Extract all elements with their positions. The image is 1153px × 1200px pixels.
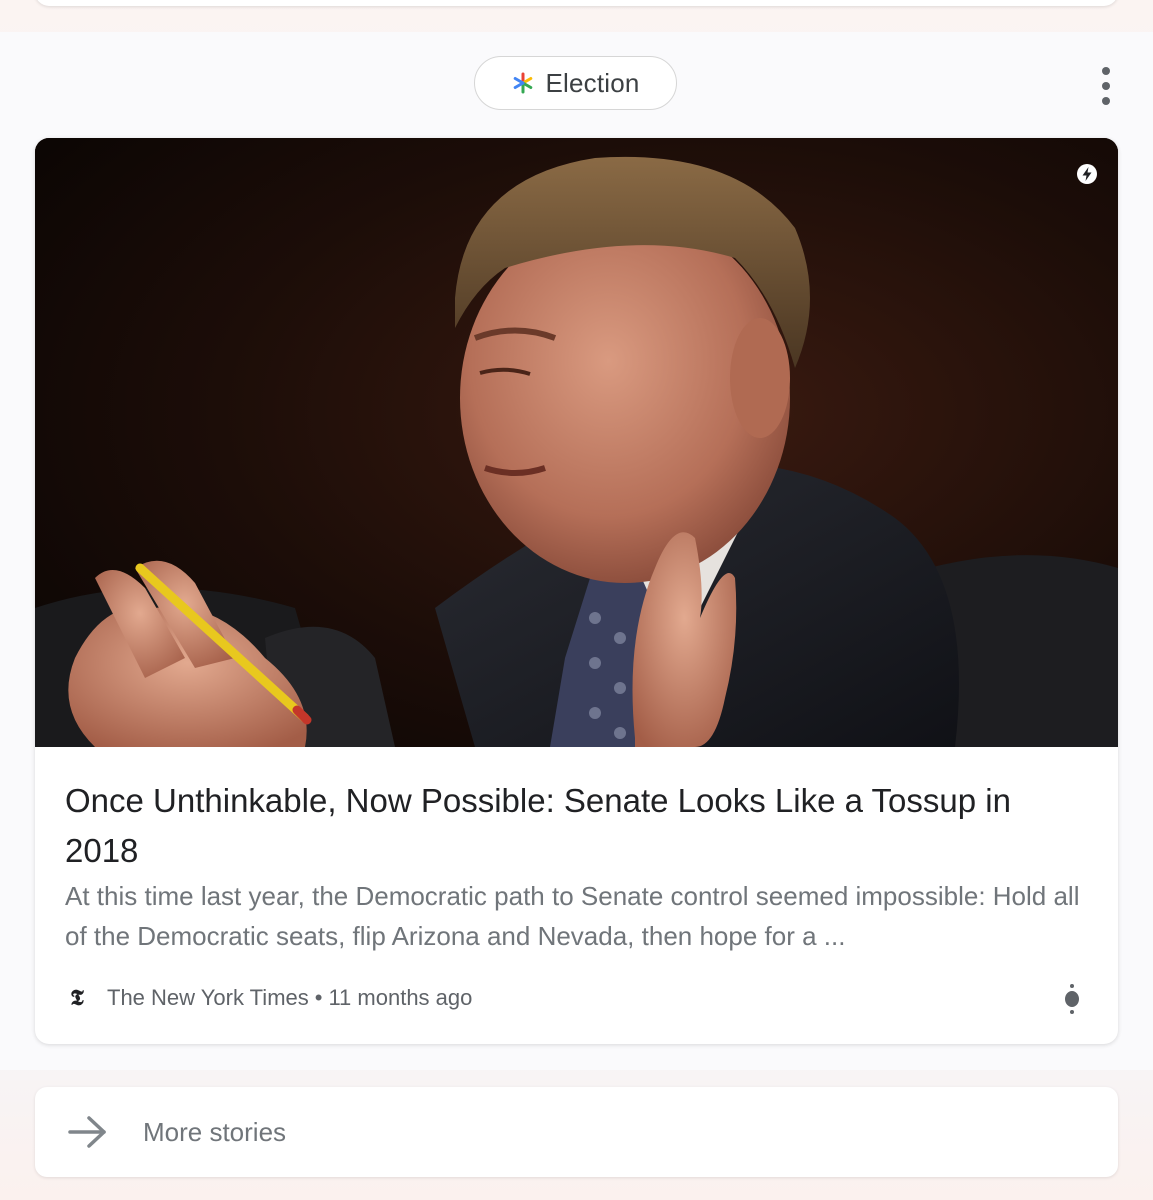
previous-card-edge [35,0,1118,6]
article-hero-image[interactable] [35,138,1118,747]
article-more-vert-icon[interactable] [1061,981,1083,1017]
google-multicolor-asterisk-icon [514,72,533,94]
source-separator: • [314,985,323,1010]
amp-lightning-icon [1077,164,1097,184]
news-feed-page: Election Once Unthinkable, Now Possible:… [0,0,1153,1200]
more-stories-label: More stories [143,1116,287,1147]
nyt-logo-icon: 𝕿 [70,985,84,1011]
topic-chip-label: Election [545,67,640,98]
topic-chip-election[interactable]: Election [474,56,677,110]
source-name: The New York Times [107,985,309,1010]
article-card[interactable]: Once Unthinkable, Now Possible: Senate L… [35,138,1118,1044]
section-more-vert-icon[interactable] [1094,67,1118,105]
hero-photo-illustration [35,138,1118,747]
article-source-row: 𝕿 The New York Times • 11 months ago [65,978,472,1018]
article-headline[interactable]: Once Unthinkable, Now Possible: Senate L… [65,776,1085,876]
article-snippet: At this time last year, the Democratic p… [65,881,1080,951]
more-stories-button[interactable]: More stories [35,1087,1118,1177]
arrow-right-icon [68,1116,106,1148]
article-timestamp: 11 months ago [328,985,473,1010]
